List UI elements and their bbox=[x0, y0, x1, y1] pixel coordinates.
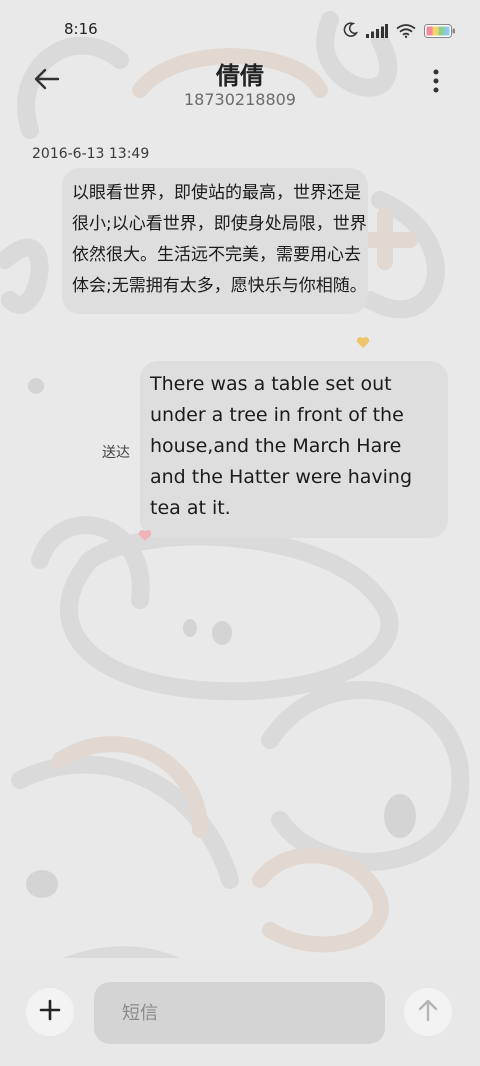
message-composer bbox=[0, 958, 480, 1066]
arrow-up-icon bbox=[417, 998, 439, 1026]
add-attachment-button[interactable] bbox=[26, 988, 74, 1036]
heart-icon bbox=[356, 334, 370, 353]
outgoing-message-text: There was a table set out under a tree i… bbox=[150, 373, 413, 519]
wifi-icon bbox=[396, 23, 416, 42]
moon-icon bbox=[342, 22, 359, 42]
delivery-status: 送达 bbox=[102, 445, 130, 461]
message-timestamp: 2016-6-13 13:49 bbox=[32, 146, 150, 162]
more-options-button[interactable] bbox=[422, 66, 450, 100]
outgoing-message-bubble[interactable]: There was a table set out under a tree i… bbox=[140, 361, 448, 538]
contact-name: 倩倩 bbox=[216, 62, 264, 90]
incoming-message-bubble[interactable]: 以眼看世界，即使站的最高，世界还是很小;以心看世界，即使身处局限，世界依然很大。… bbox=[62, 168, 368, 314]
heart-icon bbox=[138, 527, 152, 546]
conversation-header: 倩倩 18730218809 bbox=[0, 48, 480, 118]
incoming-message-text: 以眼看世界，即使站的最高，世界还是很小;以心看世界，即使身处局限，世界依然很大。… bbox=[72, 183, 367, 296]
signal-icon bbox=[366, 23, 388, 42]
sms-input[interactable] bbox=[94, 982, 385, 1044]
more-vertical-icon bbox=[433, 69, 439, 97]
contact-phone-number: 18730218809 bbox=[184, 90, 296, 109]
battery-icon bbox=[424, 23, 456, 42]
send-button[interactable] bbox=[404, 988, 452, 1036]
status-icons bbox=[342, 22, 456, 42]
plus-icon bbox=[39, 999, 61, 1025]
status-time: 8:16 bbox=[64, 20, 98, 38]
